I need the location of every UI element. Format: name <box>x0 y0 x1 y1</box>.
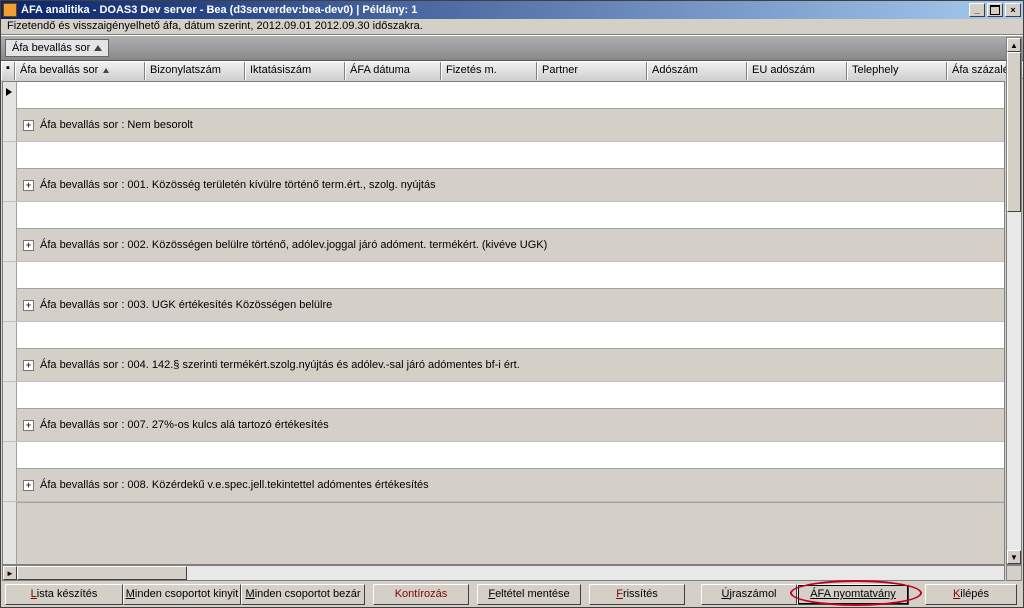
row-marker <box>3 142 17 201</box>
column-header-afa-bevallas-sor[interactable]: Áfa bevallás sor <box>15 62 145 80</box>
group-spacer <box>17 382 1004 408</box>
kilepes-button[interactable]: Kilépés <box>925 584 1017 605</box>
group-row[interactable]: + Áfa bevallás sor : 008. Közérdekű v.e.… <box>3 442 1004 502</box>
column-header-selector[interactable]: ▪ <box>1 62 15 80</box>
group-label: Áfa bevallás sor : 003. UGK értékesítés … <box>40 299 332 311</box>
column-header-row: ▪ Áfa bevallás sor Bizonylatszám Iktatás… <box>1 61 1023 79</box>
group-header[interactable]: + Áfa bevallás sor : Nem besorolt <box>17 108 1004 141</box>
expand-icon[interactable]: + <box>23 420 34 431</box>
row-marker-remainder <box>3 502 17 564</box>
group-by-label: Áfa bevallás sor <box>12 42 90 54</box>
column-header-fizetes-m[interactable]: Fizetés m. <box>441 62 537 80</box>
expand-icon[interactable]: + <box>23 300 34 311</box>
group-header[interactable]: + Áfa bevallás sor : 004. 142.§ szerinti… <box>17 348 1004 381</box>
group-by-bar[interactable]: Áfa bevallás sor <box>1 35 1023 61</box>
grid-remainder <box>17 502 1004 564</box>
row-marker <box>3 202 17 261</box>
expand-icon[interactable]: + <box>23 480 34 491</box>
group-label: Áfa bevallás sor : 004. 142.§ szerinti t… <box>40 359 520 371</box>
group-row[interactable]: + Áfa bevallás sor : 004. 142.§ szerinti… <box>3 322 1004 382</box>
group-spacer <box>17 202 1004 228</box>
scroll-right-icon[interactable]: ► <box>3 566 17 580</box>
group-label: Áfa bevallás sor : 001. Közösség terület… <box>40 179 436 191</box>
sort-ascending-icon <box>94 45 102 51</box>
current-row-pointer-icon <box>6 88 12 96</box>
row-marker <box>3 262 17 321</box>
expand-icon[interactable]: + <box>23 240 34 251</box>
expand-icon[interactable]: + <box>23 180 34 191</box>
group-header[interactable]: + Áfa bevallás sor : 007. 27%-os kulcs a… <box>17 408 1004 441</box>
row-marker <box>3 82 17 141</box>
group-header[interactable]: + Áfa bevallás sor : 001. Közösség terül… <box>17 168 1004 201</box>
column-header-afa-szazalek[interactable]: Áfa százalék <box>947 62 1012 80</box>
group-header[interactable]: + Áfa bevallás sor : 002. Közösségen bel… <box>17 228 1004 261</box>
feltetel-mentese-button[interactable]: Feltétel mentése <box>477 584 581 605</box>
group-row[interactable]: + Áfa bevallás sor : 003. UGK értékesíté… <box>3 262 1004 322</box>
minden-csoportot-kinyit-button[interactable]: Minden csoportot kinyit <box>123 584 241 605</box>
group-row[interactable]: + Áfa bevallás sor : 002. Közösségen bel… <box>3 202 1004 262</box>
filter-summary: Fizetendő és visszaigényelhető áfa, dátu… <box>1 19 1023 35</box>
scroll-thumb[interactable] <box>1007 52 1021 212</box>
button-bar: Lista készítés Minden csoportot kinyit M… <box>2 582 1022 606</box>
expand-icon[interactable]: + <box>23 360 34 371</box>
scrollbar-corner <box>1006 565 1022 581</box>
main-window: ÁFA analitika - DOAS3 Dev server - Bea (… <box>0 0 1024 608</box>
row-marker <box>3 322 17 381</box>
group-label: Áfa bevallás sor : 008. Közérdekű v.e.sp… <box>40 479 429 491</box>
column-header-adoszam[interactable]: Adószám <box>647 62 747 80</box>
group-spacer <box>17 442 1004 468</box>
column-header-afa-datuma[interactable]: ÁFA dátuma <box>345 62 441 80</box>
column-header-iktatasiszam[interactable]: Iktatásiszám <box>245 62 345 80</box>
group-spacer <box>17 322 1004 348</box>
group-label: Áfa bevallás sor : 007. 27%-os kulcs alá… <box>40 419 329 431</box>
expand-icon[interactable]: + <box>23 120 34 131</box>
group-row[interactable]: + Áfa bevallás sor : 001. Közösség terül… <box>3 142 1004 202</box>
group-spacer <box>17 262 1004 288</box>
minden-csoportot-bezar-button[interactable]: Minden csoportot bezár <box>241 584 365 605</box>
horizontal-scrollbar[interactable]: ◄ ► <box>2 565 1005 581</box>
kontirozas-button[interactable]: Kontírozás <box>373 584 469 605</box>
column-header-partner[interactable]: Partner <box>537 62 647 80</box>
column-header-eu-adoszam[interactable]: EU adószám <box>747 62 847 80</box>
afa-nyomtatvany-button[interactable]: ÁFA nyomtatvány <box>797 584 909 605</box>
group-row[interactable]: + Áfa bevallás sor : 007. 27%-os kulcs a… <box>3 382 1004 442</box>
group-row[interactable]: + Áfa bevallás sor : Nem besorolt <box>3 82 1004 142</box>
maximize-button[interactable] <box>987 3 1003 17</box>
column-header-telephely[interactable]: Telephely <box>847 62 947 80</box>
group-spacer <box>17 82 1004 108</box>
app-icon <box>3 3 17 17</box>
scroll-down-icon[interactable]: ▼ <box>1007 550 1021 564</box>
scroll-up-icon[interactable]: ▲ <box>1007 38 1021 52</box>
minimize-button[interactable]: _ <box>969 3 985 17</box>
ujraszamol-button[interactable]: Újraszámol <box>701 584 797 605</box>
titlebar: ÁFA analitika - DOAS3 Dev server - Bea (… <box>1 1 1023 19</box>
grid-inner: + Áfa bevallás sor : Nem besorolt + Áfa … <box>3 82 1004 564</box>
group-by-pill[interactable]: Áfa bevallás sor <box>5 39 109 57</box>
group-label: Áfa bevallás sor : Nem besorolt <box>40 119 193 131</box>
column-header-bizonylatszam[interactable]: Bizonylatszám <box>145 62 245 80</box>
group-label: Áfa bevallás sor : 002. Közösségen belül… <box>40 239 547 251</box>
group-header[interactable]: + Áfa bevallás sor : 003. UGK értékesíté… <box>17 288 1004 321</box>
lista-keszites-button[interactable]: Lista készítés <box>5 584 123 605</box>
frissites-button[interactable]: Frissítés <box>589 584 685 605</box>
row-marker <box>3 442 17 501</box>
vertical-scrollbar[interactable]: ▲ ▼ <box>1006 37 1022 565</box>
close-button[interactable]: × <box>1005 3 1021 17</box>
sort-indicator-icon <box>103 68 109 73</box>
group-header[interactable]: + Áfa bevallás sor : 008. Közérdekű v.e.… <box>17 468 1004 501</box>
window-controls: _ × <box>967 3 1021 17</box>
window-title: ÁFA analitika - DOAS3 Dev server - Bea (… <box>21 4 967 16</box>
scroll-thumb[interactable] <box>17 566 187 580</box>
group-spacer <box>17 142 1004 168</box>
row-marker <box>3 382 17 441</box>
column-header-text: Áfa bevallás sor <box>20 64 98 76</box>
grid-body: + Áfa bevallás sor : Nem besorolt + Áfa … <box>2 81 1005 565</box>
